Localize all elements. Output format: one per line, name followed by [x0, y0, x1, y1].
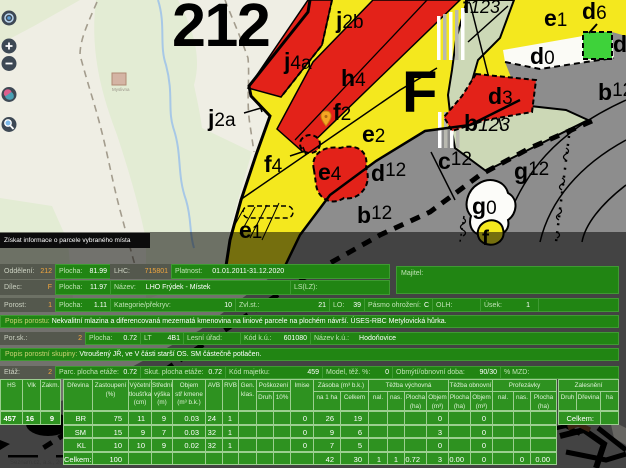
svg-text:d6: d6: [582, 0, 607, 24]
svg-text:d: d: [613, 31, 626, 57]
svg-text:F: F: [402, 60, 437, 125]
svg-text:212: 212: [172, 0, 269, 59]
svg-text:Myslivna: Myslivna: [112, 87, 130, 92]
svg-text:f123: f123: [463, 0, 500, 18]
